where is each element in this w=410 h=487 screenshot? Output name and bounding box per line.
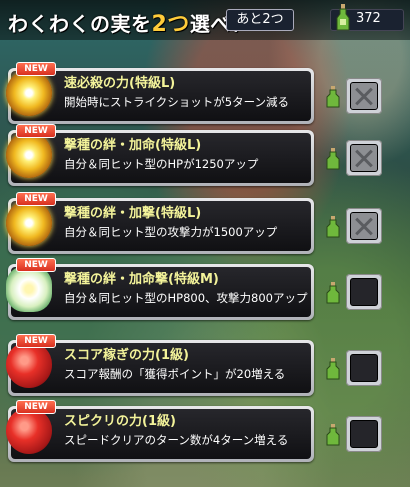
- new-badge: NEW: [16, 400, 56, 414]
- fruit-description: スコア報酬の「獲得ポイント」が20増える: [64, 367, 286, 381]
- new-badge: NEW: [16, 192, 56, 206]
- select-checkbox[interactable]: [346, 416, 382, 452]
- fruit-row[interactable]: NEW スコア稼ぎの力(1級) スコア報酬の「獲得ポイント」が20増える: [0, 334, 410, 400]
- fruit-name: スコア稼ぎの力(1級): [64, 348, 189, 363]
- fruit-row[interactable]: NEW スピクリの力(1級) スピードクリアのターン数が4ターン増える: [0, 400, 410, 466]
- lotus-fruit-icon: [6, 266, 52, 312]
- fruit-description: 開始時にストライクショットが5ターン減る: [64, 95, 290, 109]
- fruit-row[interactable]: NEW 撃種の絆・加撃(特級L) 自分＆同ヒット型の攻撃力が1500アップ: [0, 192, 410, 258]
- red-fruit-icon: [6, 404, 52, 454]
- fruit-name: 撃種の絆・加命撃(特級M): [64, 272, 219, 287]
- fruit-name: 撃種の絆・加撃(特級L): [64, 206, 202, 221]
- new-badge: NEW: [16, 124, 56, 138]
- remaining-picks-badge: あと2つ: [226, 9, 294, 31]
- sun-fruit-icon: [6, 200, 52, 246]
- title-prefix: わくわくの実を: [8, 12, 152, 36]
- select-checkbox[interactable]: [346, 140, 382, 176]
- select-checkbox[interactable]: [346, 350, 382, 386]
- new-badge: NEW: [16, 62, 56, 76]
- fruit-name: 速必殺の力(特級L): [64, 76, 176, 91]
- energy-value: 372: [356, 11, 381, 26]
- fruit-name: スピクリの力(1級): [64, 414, 176, 429]
- header-bar: わくわくの実を2つ選べ！ あと2つ 372: [0, 0, 410, 40]
- fruit-description: スピードクリアのターン数が4ターン増える: [64, 433, 289, 447]
- bottle-icon: [326, 148, 340, 170]
- fruit-description: 自分＆同ヒット型のHP800、攻撃力800アップ: [64, 291, 308, 305]
- fruit-row[interactable]: NEW 速必殺の力(特級L) 開始時にストライクショットが5ターン減る: [0, 62, 410, 128]
- fruit-description: 自分＆同ヒット型のHPが1250アップ: [64, 157, 259, 171]
- bottle-icon: [326, 86, 340, 108]
- bottle-icon: [326, 358, 340, 380]
- bottle-icon: [326, 216, 340, 238]
- select-checkbox[interactable]: [346, 274, 382, 310]
- fruit-description: 自分＆同ヒット型の攻撃力が1500アップ: [64, 225, 278, 239]
- select-checkbox[interactable]: [346, 208, 382, 244]
- bottle-icon: [326, 424, 340, 446]
- sun-fruit-icon: [6, 132, 52, 178]
- fruit-row[interactable]: NEW 撃種の絆・加命(特級L) 自分＆同ヒット型のHPが1250アップ: [0, 124, 410, 190]
- energy-bottle-icon: [336, 4, 350, 31]
- fruit-row[interactable]: NEW 撃種の絆・加命撃(特級M) 自分＆同ヒット型のHP800、攻撃力800ア…: [0, 258, 410, 324]
- new-badge: NEW: [16, 258, 56, 272]
- fruit-name: 撃種の絆・加命(特級L): [64, 138, 202, 153]
- bottle-icon: [326, 282, 340, 304]
- page-title: わくわくの実を2つ選べ！: [8, 6, 251, 37]
- sun-fruit-icon: [6, 70, 52, 116]
- new-badge: NEW: [16, 334, 56, 348]
- title-count: 2つ: [151, 12, 190, 37]
- select-checkbox[interactable]: [346, 78, 382, 114]
- red-fruit-icon: [6, 338, 52, 388]
